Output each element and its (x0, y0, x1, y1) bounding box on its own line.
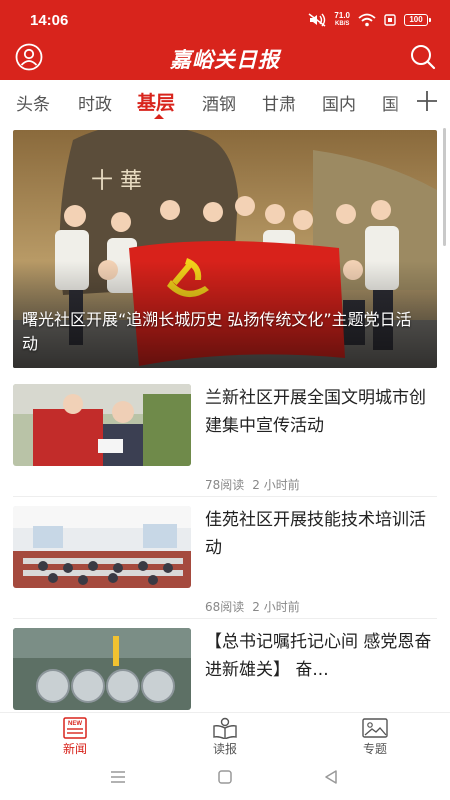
nav-topics-label: 专题 (362, 742, 387, 756)
app-logo: 嘉峪关日报 (170, 47, 280, 72)
news-feed: 十 華 曙光社区开展“追溯长城历史 弘扬传统文化”主题党日活动 兰新社区开展全国… (0, 124, 450, 712)
news-badge: NEW (68, 721, 82, 727)
article-title: 佳苑社区开展技能技术培训活动 (205, 510, 426, 558)
tab-shizheng[interactable]: 时政 (78, 90, 112, 115)
status-bar: 14:06 71.0 KB/S 100 (0, 0, 450, 36)
scrollbar[interactable] (443, 128, 446, 246)
notification-icon (384, 14, 396, 26)
article-meta: 68阅读 2 小时前 (205, 598, 300, 615)
nav-epaper-label: 读报 (212, 742, 237, 756)
article-thumbnail (13, 628, 191, 710)
net-speed: 71.0 KB/S (334, 12, 350, 28)
status-time: 14:06 (30, 12, 69, 29)
search-icon[interactable] (408, 42, 438, 72)
publish-time: 2 小时前 (252, 600, 300, 614)
divider (13, 618, 437, 619)
tab-jiugang[interactable]: 酒钢 (202, 90, 236, 115)
divider (13, 496, 437, 497)
hero-title: 曙光社区开展“追溯长城历史 弘扬传统文化”主题党日活动 (22, 310, 412, 353)
article-title: 兰新社区开展全国文明城市创建集中宣传活动 (205, 388, 426, 436)
net-speed-unit: KB/S (335, 21, 350, 27)
home-icon[interactable] (218, 770, 232, 784)
tab-jiceng[interactable]: 基层 (137, 88, 175, 115)
nav-news[interactable]: NEW 新闻 (35, 717, 115, 757)
wifi-icon (358, 13, 376, 27)
back-icon[interactable] (324, 770, 338, 784)
tab-guonei[interactable]: 国内 (322, 90, 356, 115)
add-channel-icon[interactable] (416, 90, 438, 112)
menu-icon[interactable] (110, 770, 126, 784)
newspaper-icon (213, 717, 237, 739)
status-icons: 71.0 KB/S 100 (308, 11, 431, 29)
image-icon (362, 718, 388, 738)
article-thumbnail (13, 384, 191, 466)
bottom-nav: NEW 新闻 读报 专题 (0, 712, 450, 758)
list-item[interactable]: 佳苑社区开展技能技术培训活动 68阅读 2 小时前 (0, 506, 450, 628)
nav-topics[interactable]: 专题 (335, 717, 415, 757)
channel-tabs: 头条 时政 基层 酒钢 甘肃 国内 国 (0, 80, 450, 124)
nav-news-label: 新闻 (62, 742, 87, 756)
tab-toutiao[interactable]: 头条 (16, 90, 50, 115)
publish-time: 2 小时前 (252, 478, 300, 492)
read-count: 68阅读 (205, 600, 245, 614)
read-count: 78阅读 (205, 478, 245, 492)
list-item[interactable]: 兰新社区开展全国文明城市创建集中宣传活动 78阅读 2 小时前 (0, 384, 450, 506)
app-header: 嘉峪关日报 (0, 36, 450, 80)
tab-gansu[interactable]: 甘肃 (262, 90, 296, 115)
hero-article[interactable]: 十 華 曙光社区开展“追溯长城历史 弘扬传统文化”主题党日活动 (13, 130, 437, 368)
nav-epaper[interactable]: 读报 (185, 717, 265, 757)
news-icon: NEW (63, 717, 87, 739)
net-speed-value: 71.0 (334, 11, 350, 20)
battery-indicator: 100 (404, 14, 431, 26)
article-thumbnail (13, 506, 191, 588)
article-meta: 78阅读 2 小时前 (205, 476, 300, 493)
article-title: 【总书记嘱托记心间 感党恩奋进新雄关】 奋... (205, 632, 432, 680)
mute-icon (308, 13, 326, 27)
list-item[interactable]: 【总书记嘱托记心间 感党恩奋进新雄关】 奋... (0, 628, 450, 712)
active-tab-indicator (154, 114, 164, 119)
system-nav-bar (0, 758, 450, 800)
